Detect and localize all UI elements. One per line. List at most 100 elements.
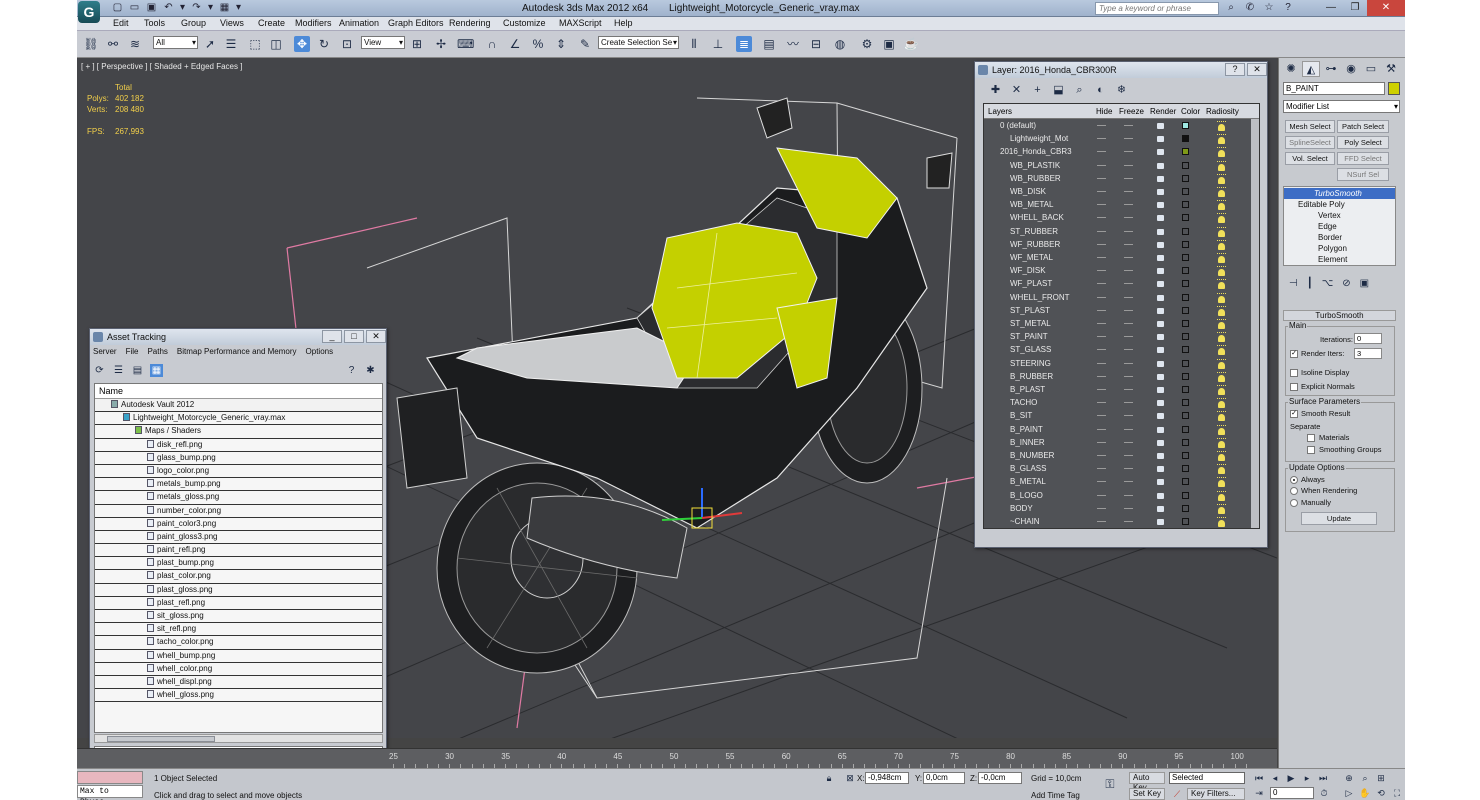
render-teapot-icon[interactable]	[1157, 228, 1164, 235]
layer-name[interactable]: STEERING	[1010, 358, 1051, 370]
favorites-icon[interactable]: ☆	[1262, 2, 1276, 14]
layer-row[interactable]: ST_METAL	[984, 318, 1251, 331]
hide-toggle[interactable]	[1097, 415, 1106, 417]
radiosity-icon[interactable]	[1217, 279, 1226, 290]
radiosity-icon[interactable]	[1217, 213, 1226, 224]
rect-region-icon[interactable]: ⬚	[247, 36, 263, 52]
listener-input[interactable]: Max to Physc.	[77, 785, 143, 800]
communication-center-icon[interactable]: ✆	[1243, 2, 1257, 14]
radiosity-icon[interactable]	[1217, 239, 1226, 250]
asset-file-row[interactable]: whell_color.png	[95, 663, 382, 676]
radiosity-icon[interactable]	[1217, 319, 1226, 329]
render-teapot-icon[interactable]	[1157, 149, 1164, 156]
radiosity-icon[interactable]	[1217, 305, 1226, 316]
hide-toggle[interactable]	[1097, 151, 1106, 153]
freeze-toggle[interactable]	[1124, 283, 1133, 285]
layer-name[interactable]: ST_PLAST	[1010, 305, 1050, 317]
stack-vertex[interactable]: Vertex	[1284, 210, 1395, 221]
layer-color-swatch[interactable]	[1182, 161, 1189, 169]
hide-toggle[interactable]	[1097, 270, 1106, 272]
menu-group[interactable]: Group	[181, 18, 206, 28]
layer-name[interactable]: ~CHAIN	[1010, 516, 1040, 528]
render-teapot-icon[interactable]	[1157, 505, 1164, 512]
goto-end-icon[interactable]: ⏭	[1316, 772, 1330, 784]
layer-color-swatch[interactable]	[1182, 399, 1189, 407]
explicit-normals-checkbox[interactable]	[1290, 383, 1298, 391]
hide-toggle[interactable]	[1097, 507, 1106, 509]
vault-options-icon[interactable]: ✱	[364, 364, 377, 377]
freeze-toggle[interactable]	[1124, 428, 1133, 430]
freeze-toggle[interactable]	[1124, 230, 1133, 232]
freeze-toggle[interactable]	[1124, 375, 1133, 377]
menu-customize[interactable]: Customize	[503, 18, 546, 28]
freeze-toggle[interactable]	[1124, 270, 1133, 272]
layer-row[interactable]: B_GLASS	[984, 463, 1251, 476]
asset-file-row[interactable]: whell_bump.png	[95, 650, 382, 663]
freeze-toggle[interactable]	[1124, 164, 1133, 166]
render-teapot-icon[interactable]	[1157, 466, 1164, 473]
iterations-spinner[interactable]: 0	[1354, 333, 1382, 344]
hide-toggle[interactable]	[1097, 191, 1106, 192]
key-mode-toggle-icon[interactable]: ⇥	[1252, 787, 1266, 799]
asset-file-row[interactable]: sit_gloss.png	[95, 610, 382, 624]
layer-row[interactable]: ST_PLAST	[984, 305, 1251, 318]
materials-checkbox[interactable]	[1307, 434, 1315, 442]
current-frame-field[interactable]: 0	[1270, 787, 1314, 799]
layer-row[interactable]: WF_METAL	[984, 252, 1251, 265]
freeze-toggle[interactable]	[1124, 362, 1133, 364]
layer-color-swatch[interactable]	[1182, 227, 1189, 235]
radiosity-icon[interactable]	[1217, 266, 1226, 277]
listener-output[interactable]	[77, 771, 143, 784]
layer-row[interactable]: WB_METAL	[984, 199, 1251, 212]
radiosity-icon[interactable]	[1217, 477, 1226, 488]
layer-row[interactable]: B_INNER	[984, 437, 1251, 450]
undo-icon[interactable]: ↶	[162, 2, 175, 14]
layer-row[interactable]: WF_RUBBER	[984, 239, 1251, 252]
select-by-name-icon[interactable]: ☰	[223, 36, 239, 52]
hierarchy-tab-icon[interactable]: ⊶	[1322, 61, 1340, 77]
layer-color-swatch[interactable]	[1182, 148, 1189, 156]
freeze-all-icon[interactable]: ❄	[1115, 84, 1128, 97]
radiosity-icon[interactable]	[1217, 371, 1226, 382]
layer-row[interactable]: WHELL_BACK	[984, 212, 1251, 225]
render-teapot-icon[interactable]	[1157, 373, 1164, 380]
asset-file-row[interactable]: disk_refl.png	[95, 439, 382, 452]
col-radiosity[interactable]: Radiosity	[1206, 104, 1239, 119]
asset-file-row[interactable]: tacho_color.png	[95, 636, 382, 650]
layer-name[interactable]: B_GLASS	[1010, 463, 1046, 475]
layer-color-swatch[interactable]	[1182, 188, 1189, 195]
at-menu-server[interactable]: Server	[93, 347, 117, 360]
update-button[interactable]: Update	[1301, 512, 1377, 525]
percent-snap-icon[interactable]: %	[530, 36, 546, 52]
freeze-toggle[interactable]	[1124, 217, 1133, 219]
layer-vscrollbar[interactable]	[1251, 119, 1259, 528]
asset-file-row[interactable]: sit_refl.png	[95, 623, 382, 637]
always-radio[interactable]	[1290, 476, 1298, 484]
ffd-select-button[interactable]: FFD Select	[1337, 152, 1389, 165]
hide-toggle[interactable]	[1097, 441, 1106, 443]
x-coord-field[interactable]: -0,948cm	[865, 772, 909, 784]
redo-dropdown-icon[interactable]: ▾	[207, 2, 214, 14]
layer-color-swatch[interactable]	[1182, 372, 1189, 380]
radiosity-icon[interactable]	[1217, 292, 1226, 303]
pan-icon[interactable]: ✋	[1358, 787, 1372, 799]
layer-name[interactable]: WF_DISK	[1010, 265, 1046, 277]
render-iters-checkbox[interactable]: ✓	[1290, 350, 1298, 358]
delete-layer-icon[interactable]: ✕	[1010, 84, 1023, 97]
freeze-toggle[interactable]	[1124, 243, 1133, 245]
at-menu-paths[interactable]: Paths	[147, 347, 167, 360]
radiosity-icon[interactable]	[1217, 200, 1226, 211]
layer-row[interactable]: B_NUMBER	[984, 450, 1251, 463]
hide-toggle[interactable]	[1097, 336, 1106, 338]
layer-name[interactable]: WB_RUBBER	[1010, 173, 1061, 185]
hide-toggle[interactable]	[1097, 402, 1106, 404]
mesh-select-button[interactable]: Mesh Select	[1285, 120, 1335, 133]
menu-modifiers[interactable]: Modifiers	[295, 18, 332, 28]
freeze-toggle[interactable]	[1124, 389, 1133, 390]
layer-color-swatch[interactable]	[1182, 478, 1189, 486]
grid-view-icon[interactable]: ▦	[150, 364, 163, 377]
window-crossing-icon[interactable]: ◫	[268, 36, 284, 52]
layer-color-swatch[interactable]	[1182, 491, 1189, 499]
goto-start-icon[interactable]: ⏮	[1252, 772, 1266, 784]
radiosity-icon[interactable]	[1217, 464, 1226, 475]
